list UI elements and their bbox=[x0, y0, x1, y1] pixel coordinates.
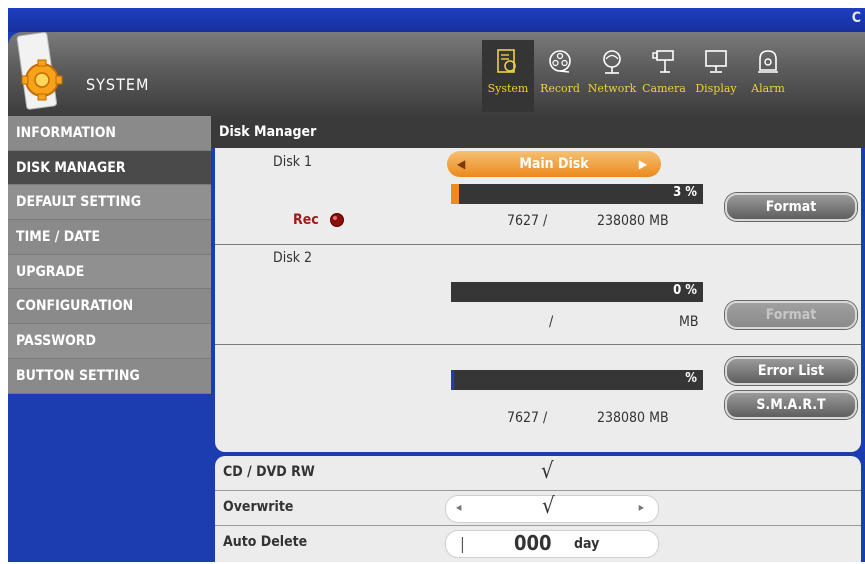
disk-panel: Disk 1 ◀ Main Disk ▶ 3 % Format Rec 7627… bbox=[215, 148, 861, 452]
network-icon bbox=[603, 50, 621, 74]
record-indicator-icon bbox=[330, 213, 344, 227]
system-icon bbox=[497, 49, 516, 73]
top-tabs: System Record Network Camera Display Ala… bbox=[482, 40, 794, 112]
auto-delete-row: Auto Delete | 000 day bbox=[215, 526, 861, 561]
dvr-screen: C SYSTEM System Record Network Camera Di… bbox=[8, 8, 865, 562]
top-bar: C bbox=[8, 8, 865, 32]
tab-display-label: Display bbox=[695, 82, 737, 95]
disk1-mode-selector[interactable]: ◀ Main Disk ▶ bbox=[447, 151, 661, 177]
overwrite-label: Overwrite bbox=[223, 499, 294, 515]
sidebar-item-default-setting[interactable]: DEFAULT SETTING bbox=[8, 185, 211, 221]
chevron-right-icon: ▸ bbox=[638, 500, 644, 514]
display-icon bbox=[705, 50, 727, 73]
summary-used: 7627 / bbox=[507, 410, 548, 426]
chevron-left-icon: ◂ bbox=[456, 500, 462, 514]
disk2-format-button[interactable]: Format bbox=[725, 301, 857, 329]
options-panel: CD / DVD RW √ Overwrite ◂ √ ▸ Auto Delet… bbox=[215, 456, 861, 562]
header: SYSTEM System Record Network Camera Disp… bbox=[8, 32, 865, 116]
summary-usage-fill bbox=[451, 370, 454, 390]
sidebar-item-configuration[interactable]: CONFIGURATION bbox=[8, 289, 211, 325]
sidebar-item-information[interactable]: INFORMATION bbox=[8, 116, 211, 151]
disk2-percent: 0 % bbox=[673, 283, 697, 298]
panel-title: Disk Manager bbox=[211, 116, 865, 148]
disk2-usage-bar: 0 % bbox=[451, 282, 703, 302]
record-icon bbox=[549, 50, 571, 73]
sidebar-item-button-setting[interactable]: BUTTON SETTING bbox=[8, 358, 211, 394]
cd-dvd-label: CD / DVD RW bbox=[223, 464, 315, 480]
tab-camera-label: Camera bbox=[642, 82, 686, 95]
sidebar: INFORMATION DISK MANAGER DEFAULT SETTING… bbox=[8, 116, 211, 394]
sidebar-item-disk-manager[interactable]: DISK MANAGER bbox=[8, 150, 211, 186]
auto-delete-input[interactable]: | 000 day bbox=[445, 530, 659, 558]
system-logo-icon bbox=[16, 32, 63, 110]
cd-dvd-check-icon[interactable]: √ bbox=[541, 459, 554, 484]
tab-system-label: System bbox=[487, 82, 529, 95]
summary-total: 238080 MB bbox=[597, 410, 669, 426]
disk2-unit: MB bbox=[679, 314, 699, 330]
tab-system[interactable]: System bbox=[482, 40, 534, 112]
tab-record-label: Record bbox=[540, 82, 580, 95]
sidebar-item-password[interactable]: PASSWORD bbox=[8, 324, 211, 359]
disk1-label: Disk 1 bbox=[273, 154, 313, 170]
alarm-icon bbox=[758, 50, 778, 73]
auto-delete-value: 000 bbox=[514, 531, 552, 555]
camera-icon bbox=[652, 50, 674, 73]
disk2-label: Disk 2 bbox=[273, 250, 313, 266]
tab-network[interactable]: Network bbox=[586, 40, 638, 112]
text-cursor: | bbox=[460, 534, 465, 553]
disk1-format-button[interactable]: Format bbox=[725, 193, 857, 221]
header-title: SYSTEM bbox=[86, 75, 150, 94]
tab-record[interactable]: Record bbox=[534, 40, 586, 112]
summary-percent: % bbox=[685, 371, 697, 386]
disk2-slash: / bbox=[549, 314, 554, 330]
smart-button[interactable]: S.M.A.R.T bbox=[725, 391, 857, 419]
tab-network-label: Network bbox=[587, 82, 637, 95]
auto-delete-label: Auto Delete bbox=[223, 534, 308, 550]
rec-label: Rec bbox=[293, 212, 319, 228]
sidebar-item-time-date[interactable]: TIME / DATE bbox=[8, 220, 211, 255]
divider bbox=[215, 244, 861, 245]
tab-alarm[interactable]: Alarm bbox=[742, 40, 794, 112]
disk1-usage-bar: 3 % bbox=[451, 184, 703, 204]
overwrite-check-icon: √ bbox=[542, 494, 555, 519]
divider bbox=[215, 344, 861, 345]
chevron-left-icon: ◀ bbox=[457, 157, 466, 171]
disk1-mode-value: Main Disk bbox=[519, 156, 589, 172]
tab-alarm-label: Alarm bbox=[751, 82, 785, 95]
cd-dvd-row: CD / DVD RW √ bbox=[215, 456, 861, 491]
disk1-used: 7627 / bbox=[507, 213, 548, 229]
auto-delete-unit: day bbox=[574, 536, 600, 552]
tab-camera[interactable]: Camera bbox=[638, 40, 690, 112]
overwrite-selector[interactable]: ◂ √ ▸ bbox=[445, 494, 659, 523]
chevron-right-icon: ▶ bbox=[638, 157, 647, 171]
sidebar-item-upgrade[interactable]: UPGRADE bbox=[8, 254, 211, 290]
disk1-percent: 3 % bbox=[673, 185, 697, 200]
corner-text: C bbox=[851, 10, 861, 26]
disk1-total: 238080 MB bbox=[597, 213, 669, 229]
summary-usage-bar: % bbox=[451, 370, 703, 390]
tab-display[interactable]: Display bbox=[690, 40, 742, 112]
overwrite-row: Overwrite ◂ √ ▸ bbox=[215, 491, 861, 526]
error-list-button[interactable]: Error List bbox=[725, 357, 857, 385]
disk1-usage-fill bbox=[451, 184, 459, 204]
main-content: Disk Manager Disk 1 ◀ Main Disk ▶ 3 % Fo… bbox=[211, 116, 865, 562]
